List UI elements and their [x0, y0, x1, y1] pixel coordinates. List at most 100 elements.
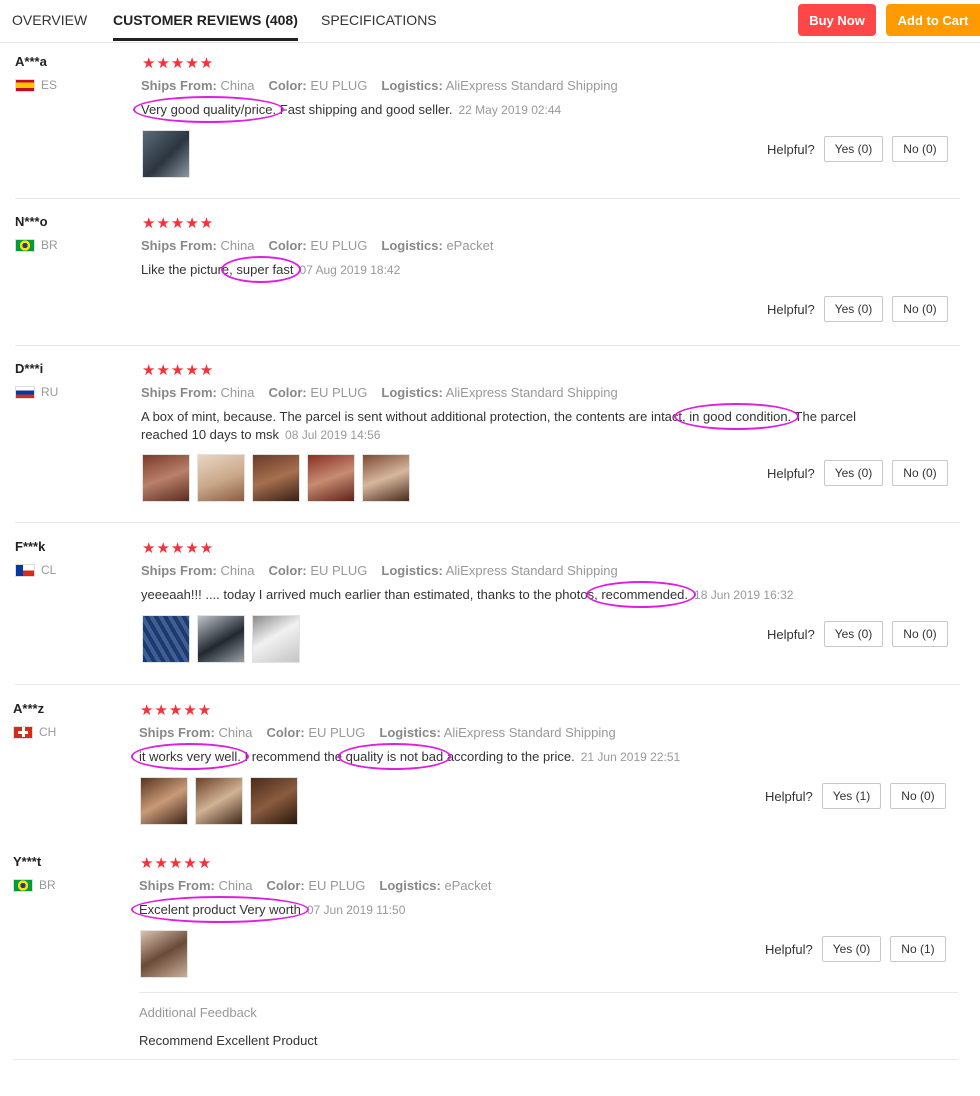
- review-item: D***i RU ★★★★★ Ships From: China Color: E…: [15, 361, 960, 523]
- review-photo[interactable]: [252, 615, 300, 663]
- helpful-label: Helpful?: [767, 301, 815, 317]
- helpful-label: Helpful?: [765, 941, 813, 957]
- review-meta: Ships From: China Color: EU PLUG Logistics…: [141, 563, 618, 578]
- reviewer-name: Y***t: [13, 854, 42, 869]
- tab-bar: OVERVIEW CUSTOMER REVIEWS (408) SPECIFIC…: [0, 0, 980, 43]
- helpful-yes-button[interactable]: Yes (0): [821, 936, 882, 962]
- additional-feedback-text: Recommend Excellent Product: [139, 1033, 318, 1048]
- helpful-no-button[interactable]: No (0): [890, 783, 946, 809]
- review-photo[interactable]: [140, 930, 188, 978]
- helpful-yes-button[interactable]: Yes (0): [823, 460, 884, 486]
- helpful-voting: Helpful? Yes (0) No (0): [767, 460, 948, 486]
- reviewer-name: A***z: [13, 701, 45, 716]
- helpful-voting: Helpful? Yes (0) No (1): [765, 936, 946, 962]
- tab-customer-reviews[interactable]: CUSTOMER REVIEWS (408): [113, 12, 298, 41]
- helpful-yes-button[interactable]: Yes (0): [823, 621, 884, 647]
- review-item: Y***t BR ★★★★★ Ships From: China Color: E…: [13, 854, 958, 1060]
- review-date: 18 Jun 2019 16:32: [694, 588, 794, 602]
- reviewer-name: D***i: [15, 361, 44, 376]
- review-photo[interactable]: [140, 777, 188, 825]
- review-meta: Ships From: China Color: EU PLUG Logistics…: [141, 78, 618, 93]
- brazil-flag-icon: [13, 878, 33, 892]
- review-item: N***o BR ★★★★★ Ships From: China Color: E…: [15, 214, 960, 346]
- review-meta: Ships From: China Color: EU PLUG Logistics…: [139, 725, 616, 740]
- review-photo[interactable]: [197, 454, 245, 502]
- tab-specifications[interactable]: SPECIFICATIONS: [321, 12, 437, 28]
- review-photo[interactable]: [250, 777, 298, 825]
- reviewer-name: F***k: [15, 539, 46, 554]
- reviewer-country: CH: [13, 725, 56, 739]
- helpful-label: Helpful?: [767, 465, 815, 481]
- review-meta: Ships From: China Color: EU PLUG Logistics…: [139, 878, 492, 893]
- divider: [139, 992, 958, 993]
- country-code: CH: [39, 725, 57, 739]
- switzerland-flag-icon: [13, 725, 33, 739]
- helpful-yes-button[interactable]: Yes (1): [821, 783, 882, 809]
- brazil-flag-icon: [15, 238, 35, 252]
- review-text: it works very well. I recommend the qual…: [139, 749, 681, 764]
- star-rating: ★★★★★: [140, 855, 213, 872]
- country-code: CL: [41, 563, 57, 577]
- tab-overview[interactable]: OVERVIEW: [12, 12, 87, 28]
- review-item: A***z CH ★★★★★ Ships From: China Color: E…: [13, 701, 958, 846]
- review-date: 08 Jul 2019 14:56: [285, 428, 381, 442]
- reviewer-country: ES: [15, 78, 57, 92]
- review-photo[interactable]: [142, 454, 190, 502]
- helpful-no-button[interactable]: No (0): [892, 296, 948, 322]
- additional-feedback-title: Additional Feedback: [139, 1005, 257, 1020]
- star-rating: ★★★★★: [142, 362, 215, 379]
- reviewer-country: CL: [15, 563, 56, 577]
- helpful-voting: Helpful? Yes (0) No (0): [767, 621, 948, 647]
- review-photo[interactable]: [142, 615, 190, 663]
- review-text: Excelent product Very worth 07 Jun 2019 1…: [139, 902, 406, 917]
- reviewer-country: BR: [15, 238, 58, 252]
- review-date: 07 Aug 2019 18:42: [299, 263, 401, 277]
- star-rating: ★★★★★: [142, 540, 215, 557]
- review-photo[interactable]: [362, 454, 410, 502]
- review-photos: [140, 930, 188, 978]
- review-item: A***a ES ★★★★★ Ships From: China Color: E…: [15, 54, 960, 199]
- helpful-label: Helpful?: [767, 141, 815, 157]
- helpful-no-button[interactable]: No (0): [892, 621, 948, 647]
- review-photo[interactable]: [142, 130, 190, 178]
- review-date: 22 May 2019 02:44: [458, 103, 562, 117]
- star-rating: ★★★★★: [142, 55, 215, 72]
- review-meta: Ships From: China Color: EU PLUG Logistics…: [141, 385, 618, 400]
- review-text: Very good quality/price. Fast shipping a…: [141, 102, 562, 117]
- review-photos: [140, 777, 298, 825]
- star-rating: ★★★★★: [142, 215, 215, 232]
- helpful-no-button[interactable]: No (1): [890, 936, 946, 962]
- reviewer-country: RU: [15, 385, 58, 399]
- helpful-voting: Helpful? Yes (1) No (0): [765, 783, 946, 809]
- review-photo[interactable]: [252, 454, 300, 502]
- helpful-no-button[interactable]: No (0): [892, 460, 948, 486]
- add-to-cart-button[interactable]: Add to Cart: [886, 4, 980, 36]
- review-photo[interactable]: [197, 615, 245, 663]
- reviewer-name: A***a: [15, 54, 47, 69]
- review-item: F***k CL ★★★★★ Ships From: China Color: E…: [15, 539, 960, 685]
- reviewer-country: BR: [13, 878, 56, 892]
- review-meta: Ships From: China Color: EU PLUG Logistics…: [141, 238, 494, 253]
- review-photos: [142, 130, 190, 178]
- country-code: BR: [39, 878, 56, 892]
- review-text: A box of mint, because. The parcel is se…: [141, 409, 856, 442]
- review-photo[interactable]: [307, 454, 355, 502]
- helpful-voting: Helpful? Yes (0) No (0): [767, 136, 948, 162]
- review-text: Like the picture, super fast 07 Aug 2019 …: [141, 262, 401, 277]
- review-photos: [142, 615, 300, 663]
- star-rating: ★★★★★: [140, 702, 213, 719]
- review-date: 07 Jun 2019 11:50: [306, 903, 406, 917]
- country-code: BR: [41, 238, 58, 252]
- review-photo[interactable]: [195, 777, 243, 825]
- helpful-yes-button[interactable]: Yes (0): [823, 136, 884, 162]
- spain-flag-icon: [15, 78, 35, 92]
- helpful-yes-button[interactable]: Yes (0): [823, 296, 884, 322]
- review-date: 21 Jun 2019 22:51: [580, 750, 681, 764]
- buy-now-button[interactable]: Buy Now: [798, 4, 876, 36]
- review-photos: [142, 454, 410, 502]
- review-text: yeeeaah!!! .... today I arrived much ear…: [141, 587, 794, 602]
- chile-flag-icon: [15, 563, 35, 577]
- helpful-label: Helpful?: [765, 788, 813, 804]
- helpful-no-button[interactable]: No (0): [892, 136, 948, 162]
- helpful-label: Helpful?: [767, 626, 815, 642]
